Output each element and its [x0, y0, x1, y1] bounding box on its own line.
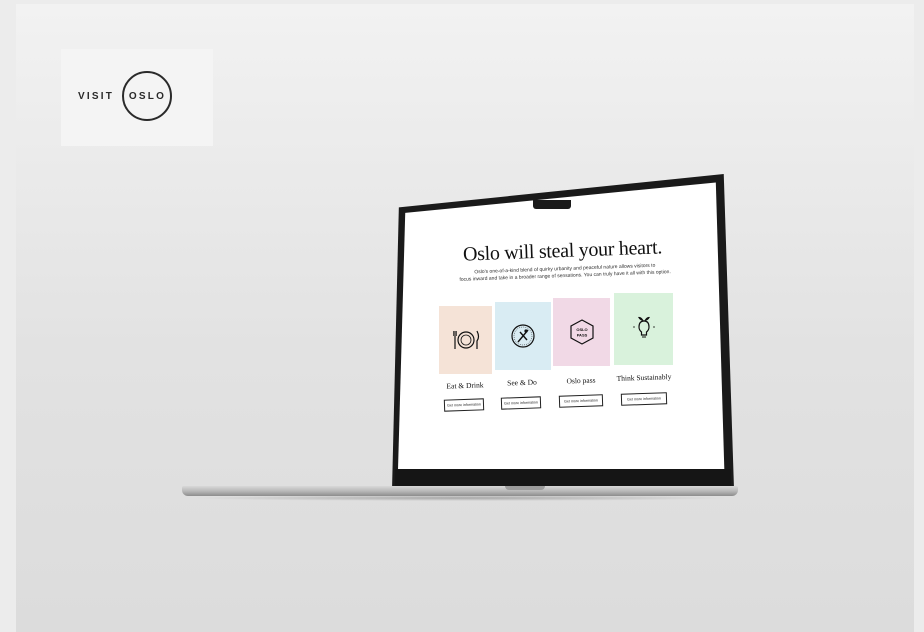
logo-oslo-text: OSLO	[128, 91, 167, 102]
laptop-screen	[398, 182, 725, 471]
logo-word: VISIT	[78, 91, 115, 102]
laptop-base	[182, 486, 738, 496]
visit-oslo-logo: VISIT OSLO	[61, 49, 213, 146]
